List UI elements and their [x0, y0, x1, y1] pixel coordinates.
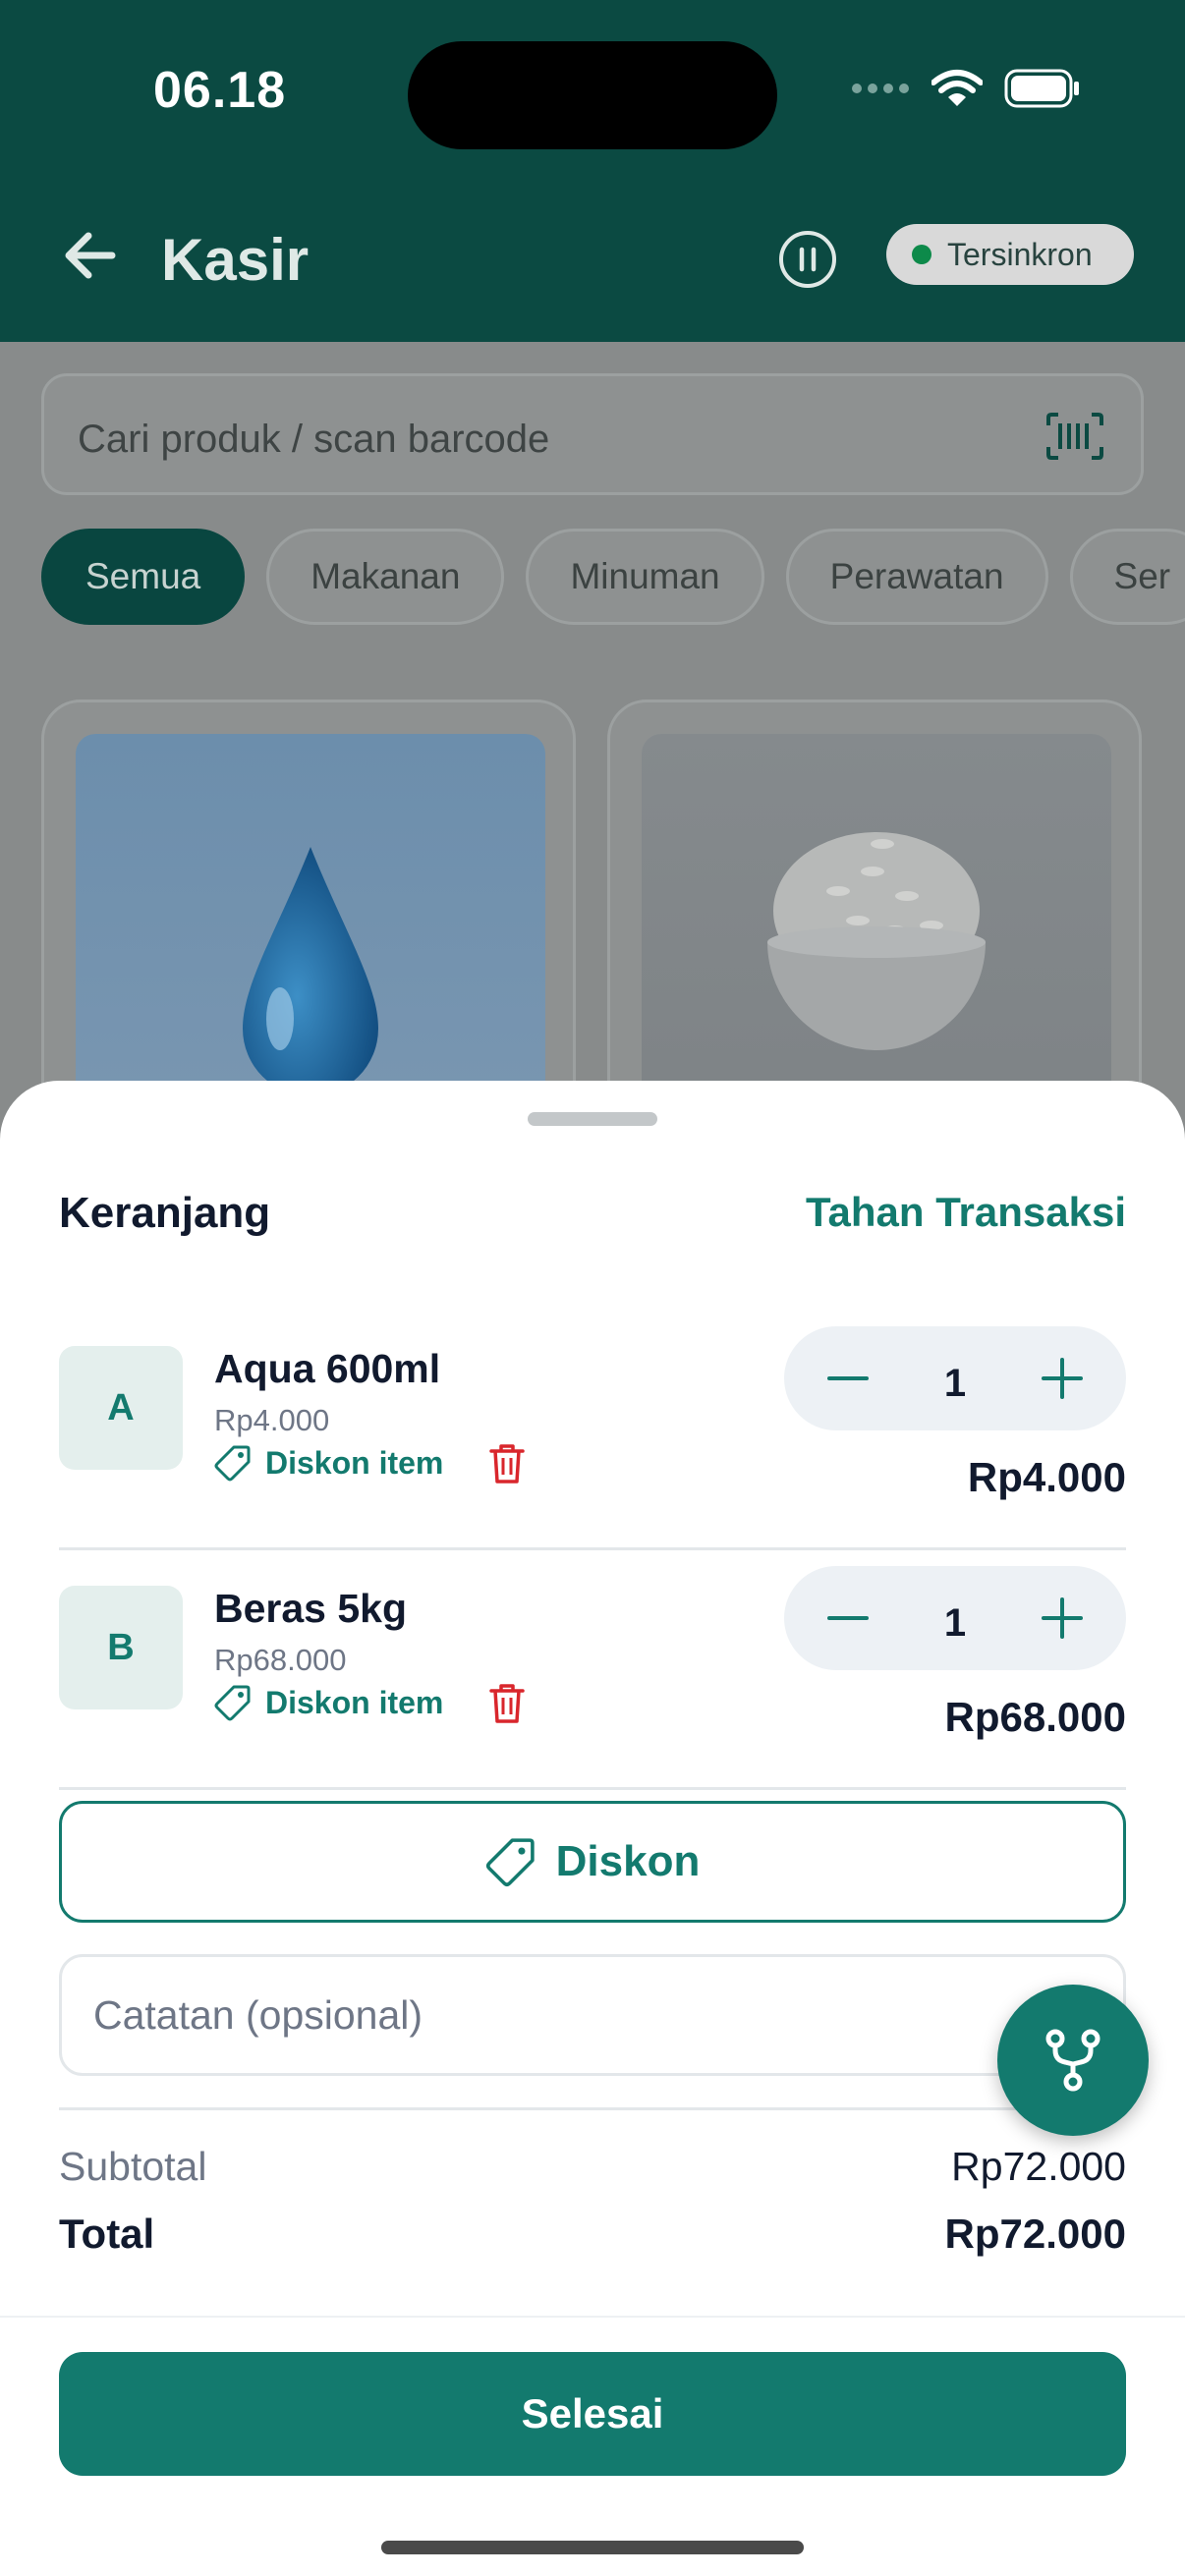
subtotal-label: Subtotal — [59, 2144, 207, 2189]
item-avatar: B — [59, 1586, 183, 1709]
subtotal-value: Rp72.000 — [951, 2144, 1126, 2189]
cart-item: A Aqua 600ml Rp4.000 Diskon item 1 Rp4.0… — [59, 1311, 1126, 1550]
item-line-total: Rp4.000 — [967, 1454, 1126, 1500]
tag-icon — [214, 1445, 251, 1482]
finish-button[interactable]: Selesai — [59, 2352, 1126, 2476]
app-header: 06.18 Kasir Tersinkron — [0, 0, 1185, 342]
trash-icon[interactable] — [487, 1442, 527, 1485]
sheet-drag-handle[interactable] — [528, 1112, 657, 1126]
item-discount-link[interactable]: Diskon item — [214, 1684, 443, 1721]
item-name: Aqua 600ml — [214, 1346, 441, 1391]
back-arrow-icon[interactable] — [59, 224, 122, 287]
category-chip-makanan[interactable]: Makanan — [266, 529, 505, 625]
divider — [59, 1787, 1126, 1790]
divider — [0, 2316, 1185, 2318]
item-avatar: A — [59, 1346, 183, 1470]
cart-title: Keranjang — [59, 1189, 271, 1237]
status-time: 06.18 — [153, 62, 287, 119]
search-placeholder: Cari produk / scan barcode — [78, 418, 550, 461]
barcode-scan-icon[interactable] — [1044, 412, 1105, 461]
quantity-stepper: 1 — [784, 1566, 1126, 1670]
cellular-signal-icon — [852, 84, 909, 93]
total-value: Rp72.000 — [944, 2211, 1126, 2257]
item-discount-label: Diskon item — [265, 1444, 444, 1481]
sync-status-label: Tersinkron — [947, 236, 1093, 272]
total-label: Total — [59, 2211, 155, 2257]
page-title: Kasir — [161, 227, 310, 293]
item-discount-link[interactable]: Diskon item — [214, 1444, 443, 1482]
divider — [59, 2107, 1126, 2110]
tag-icon — [485, 1838, 535, 1887]
status-icons — [851, 69, 1081, 108]
note-placeholder: Catatan (opsional) — [93, 1991, 423, 2038]
item-unit-price: Rp4.000 — [214, 1403, 330, 1437]
discount-button[interactable]: Diskon — [59, 1801, 1126, 1923]
search-input[interactable]: Cari produk / scan barcode — [41, 373, 1144, 495]
wifi-icon — [931, 70, 983, 106]
increase-qty-icon[interactable] — [1038, 1594, 1087, 1643]
sync-dot-icon — [912, 245, 931, 264]
floating-action-button[interactable] — [997, 1985, 1149, 2136]
category-chip-minuman[interactable]: Minuman — [526, 529, 764, 625]
category-chips: Semua Makanan Minuman Perawatan Ser — [41, 529, 1185, 625]
note-field[interactable]: Catatan (opsional) — [59, 1954, 1126, 2076]
battery-icon — [1004, 69, 1079, 108]
quantity-stepper: 1 — [784, 1326, 1126, 1430]
item-name: Beras 5kg — [214, 1586, 408, 1631]
sync-status-badge: Tersinkron — [886, 224, 1134, 285]
discount-button-label: Diskon — [555, 1837, 701, 1885]
item-discount-label: Diskon item — [265, 1684, 444, 1720]
cart-item: B Beras 5kg Rp68.000 Diskon item 1 Rp68.… — [59, 1550, 1126, 1790]
home-indicator — [381, 2541, 804, 2554]
branch-fork-icon — [1045, 2029, 1100, 2092]
item-line-total: Rp68.000 — [944, 1694, 1126, 1740]
increase-qty-icon[interactable] — [1038, 1354, 1087, 1403]
trash-icon[interactable] — [487, 1682, 527, 1725]
category-chip-semua[interactable]: Semua — [41, 529, 246, 625]
dynamic-island — [408, 41, 777, 149]
category-chip-ser[interactable]: Ser — [1069, 529, 1185, 625]
hold-transaction-link[interactable]: Tahan Transaksi — [806, 1189, 1126, 1236]
cart-sheet: Keranjang Tahan Transaksi A Aqua 600ml R… — [0, 1081, 1185, 2576]
item-unit-price: Rp68.000 — [214, 1643, 347, 1677]
tag-icon — [214, 1685, 251, 1721]
category-chip-perawatan[interactable]: Perawatan — [785, 529, 1048, 625]
pause-icon[interactable] — [778, 230, 837, 289]
